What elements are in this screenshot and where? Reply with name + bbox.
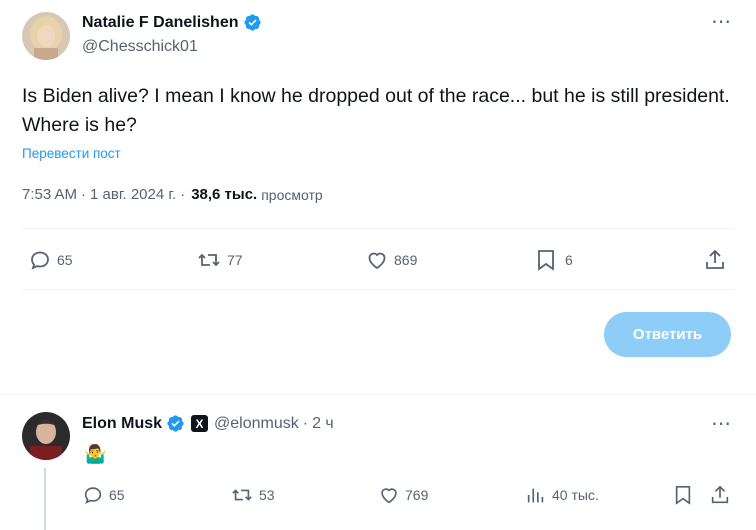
heart-icon: [365, 248, 389, 272]
more-options-icon[interactable]: ⋯: [711, 12, 732, 32]
like-count: 769: [405, 487, 429, 503]
repost-icon: [196, 248, 222, 272]
reply-icon: [28, 248, 52, 272]
reply-icon: [82, 484, 104, 506]
divider: [0, 394, 756, 395]
reply-action[interactable]: 65: [28, 248, 73, 272]
share-icon: [709, 484, 731, 506]
repost-action[interactable]: 77: [196, 248, 243, 272]
view-count: 38,6 тыс.: [191, 186, 258, 203]
divider: [22, 228, 734, 229]
views-action[interactable]: 40 тыс.: [525, 484, 599, 506]
reply-count: 65: [109, 487, 125, 503]
thread-line: [44, 468, 46, 530]
post-date[interactable]: 1 авг. 2024 г.: [90, 186, 176, 203]
repost-action[interactable]: 53: [230, 484, 275, 506]
author-handle[interactable]: @Chesschick01: [82, 38, 198, 56]
view-label: просмотр: [261, 186, 323, 203]
meta-separator: ·: [180, 186, 186, 203]
reply-text: 🤷‍♂️: [84, 444, 107, 464]
meta-separator: ·: [302, 414, 309, 432]
bookmark-count: 6: [565, 252, 573, 268]
like-action[interactable]: 769: [378, 484, 428, 506]
post-meta: 7:53 AM · 1 авг. 2024 г. · 38,6 тыс. про…: [22, 186, 323, 203]
share-action[interactable]: [709, 484, 731, 506]
reply-time[interactable]: 2 ч: [312, 415, 334, 433]
like-action[interactable]: 869: [365, 248, 417, 272]
share-action[interactable]: [703, 248, 727, 272]
repost-icon: [230, 484, 254, 506]
reply-action[interactable]: 65: [82, 484, 125, 506]
repost-count: 77: [227, 252, 243, 268]
translate-post-link[interactable]: Перевести пост: [22, 146, 121, 161]
post-text: Is Biden alive? I mean I know he dropped…: [22, 85, 730, 136]
reply-button[interactable]: Ответить: [604, 312, 731, 357]
author-avatar[interactable]: [22, 12, 70, 60]
views-chart-icon: [525, 484, 547, 506]
heart-icon: [378, 484, 400, 506]
views-count: 40 тыс.: [552, 487, 599, 503]
share-icon: [703, 248, 727, 272]
bookmark-icon: [535, 248, 557, 272]
bookmark-icon: [673, 484, 693, 506]
divider: [22, 289, 734, 290]
meta-separator: ·: [81, 186, 87, 203]
reply-count: 65: [57, 252, 73, 268]
bookmark-action[interactable]: [673, 484, 693, 506]
like-count: 869: [394, 252, 418, 268]
author-name[interactable]: Natalie F Danelishen: [82, 14, 239, 32]
reply-author-avatar[interactable]: [22, 412, 70, 460]
verified-badge-icon: [166, 414, 185, 433]
more-options-icon[interactable]: ⋯: [711, 414, 732, 434]
verified-badge-icon: [243, 13, 262, 32]
reply-author-name[interactable]: Elon Musk: [82, 415, 162, 433]
x-affiliation-badge-icon: X: [191, 415, 209, 432]
repost-count: 53: [259, 487, 275, 503]
post-time[interactable]: 7:53 AM: [22, 186, 77, 203]
bookmark-action[interactable]: 6: [535, 248, 573, 272]
reply-author-handle[interactable]: @elonmusk: [214, 415, 299, 433]
